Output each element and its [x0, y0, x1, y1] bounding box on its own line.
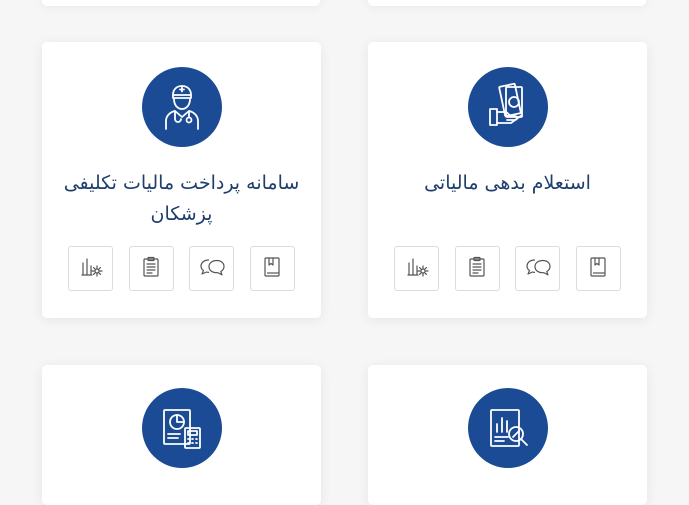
- chat-icon: [525, 255, 551, 283]
- book-icon: [260, 255, 284, 283]
- book-button[interactable]: [249, 246, 295, 291]
- chat-icon: [199, 255, 225, 283]
- card-actions: [394, 246, 621, 294]
- service-card-tax-report[interactable]: [368, 365, 647, 505]
- card-partial-top-left: [42, 0, 320, 6]
- service-card-doctors-tax-payment[interactable]: سامانه پرداخت مالیات تکلیفی پزشکان: [42, 42, 321, 318]
- service-card-accounting[interactable]: [42, 365, 321, 505]
- clipboard-button[interactable]: [128, 246, 174, 291]
- service-card-tax-debt-inquiry[interactable]: استعلام بدهی مالیاتی: [368, 42, 647, 318]
- chart-settings-icon: [405, 255, 429, 283]
- money-hand-icon: [467, 67, 548, 147]
- clipboard-button[interactable]: [454, 246, 500, 291]
- card-actions: [68, 246, 295, 294]
- chart-settings-button[interactable]: [68, 246, 113, 291]
- card-title[interactable]: استعلام بدهی مالیاتی: [386, 168, 629, 199]
- chart-settings-button[interactable]: [394, 246, 439, 291]
- accounting-calculator-icon: [141, 388, 222, 468]
- book-icon: [586, 255, 610, 283]
- card-title[interactable]: سامانه پرداخت مالیات تکلیفی پزشکان: [60, 168, 303, 230]
- chat-button[interactable]: [515, 246, 561, 291]
- chat-button[interactable]: [189, 246, 235, 291]
- tax-report-icon: [467, 388, 548, 468]
- card-partial-top-right: [368, 0, 646, 6]
- book-button[interactable]: [575, 246, 621, 291]
- clipboard-icon: [139, 255, 163, 283]
- chart-settings-icon: [79, 255, 103, 283]
- doctor-icon: [141, 67, 222, 147]
- clipboard-icon: [465, 255, 489, 283]
